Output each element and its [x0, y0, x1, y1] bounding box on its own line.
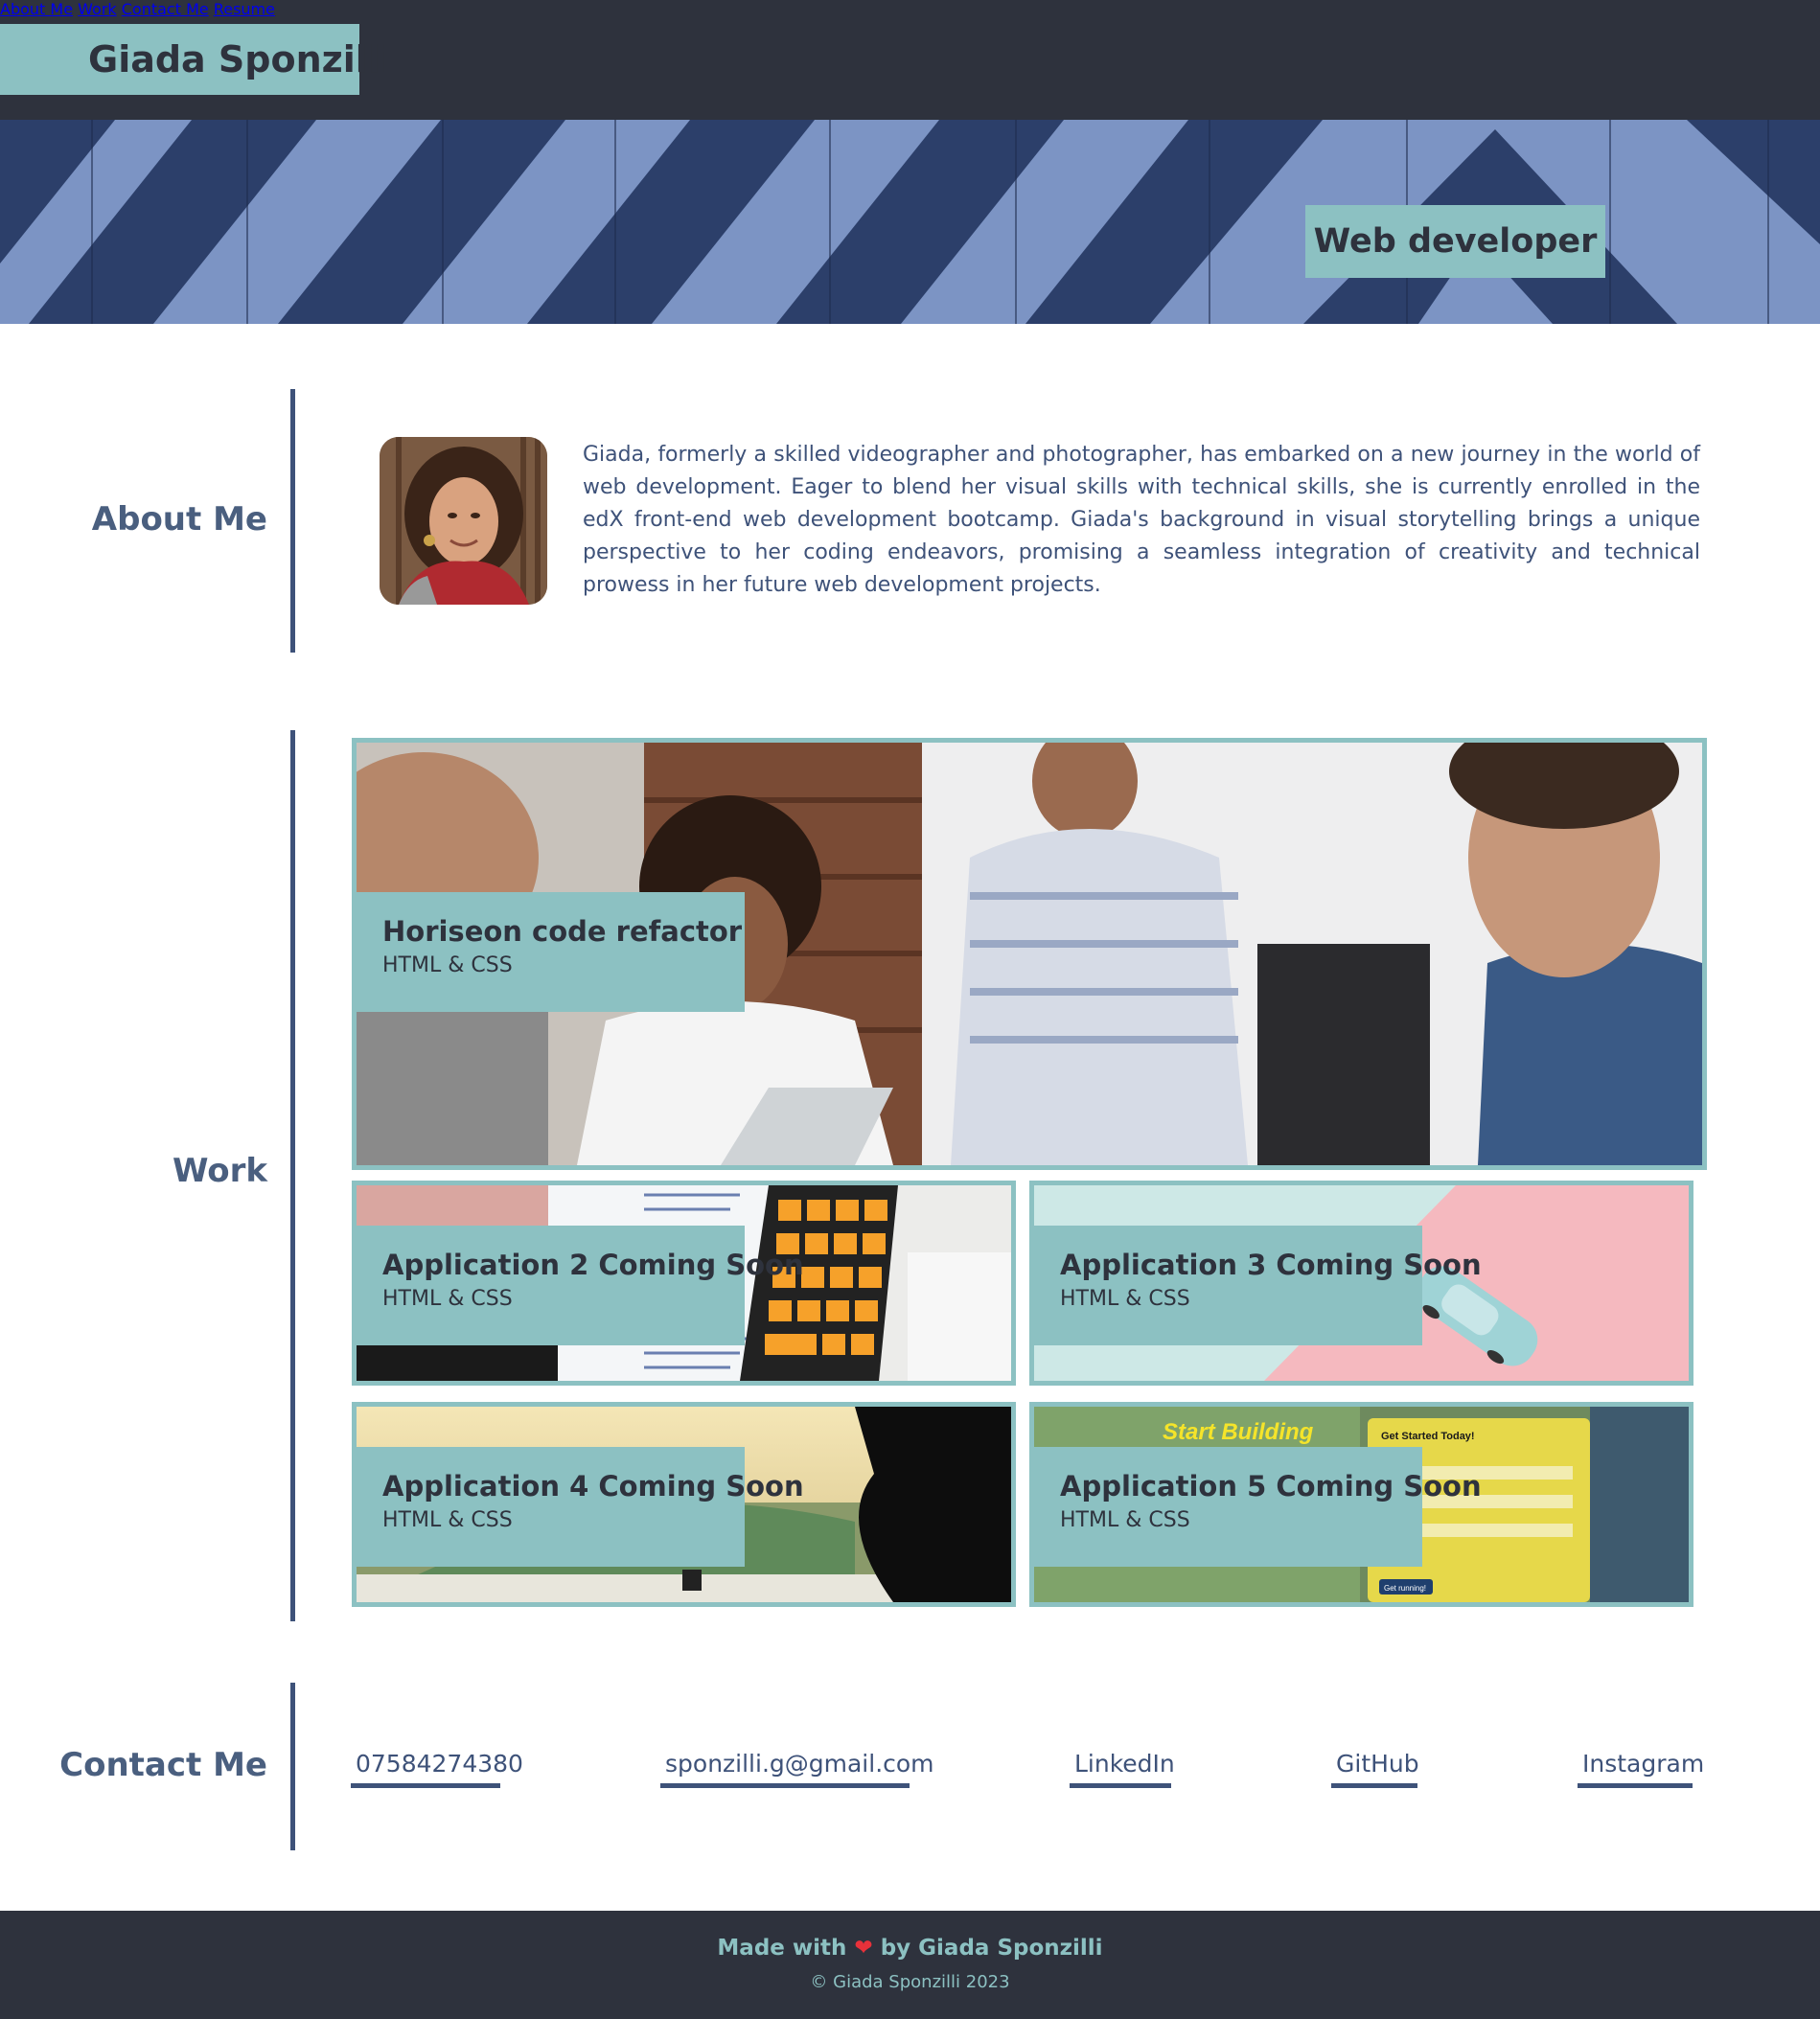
- project-5-title: Application 5 Coming Soon: [1060, 1470, 1482, 1503]
- brand-name[interactable]: Giada Sponzilli: [0, 24, 393, 95]
- site-header: Giada Sponzilli About Me Work Contact Me…: [0, 0, 1820, 120]
- project-card-5[interactable]: Start Building Get Started Today! Get ru…: [1029, 1402, 1693, 1607]
- nav-contact-me[interactable]: Contact Me: [122, 0, 209, 18]
- project-4-label: Application 4 Coming Soon HTML & CSS: [357, 1447, 804, 1567]
- about-paragraph: Giada, formerly a skilled videographer a…: [583, 443, 1700, 597]
- project-1-tech: HTML & CSS: [382, 953, 513, 977]
- footer-made-prefix: Made with: [717, 1936, 847, 1961]
- project-1-title: Horiseon code refactor: [382, 915, 743, 948]
- contact-email-link[interactable]: sponzilli.g@gmail.com: [660, 1750, 934, 1788]
- project-card-2[interactable]: Application 2 Coming Soon HTML & CSS: [352, 1181, 1016, 1386]
- contact-section-title: Contact Me: [59, 1746, 267, 1784]
- about-divider: [290, 389, 295, 653]
- contact-divider: [290, 1683, 295, 1850]
- project-3-tech: HTML & CSS: [1060, 1287, 1190, 1311]
- start-building-text: Start Building: [1163, 1419, 1314, 1445]
- hero-title-badge: Web developer: [1305, 205, 1605, 278]
- contact-phone-link[interactable]: 07584274380: [351, 1750, 523, 1788]
- project-card-4[interactable]: Application 4 Coming Soon HTML & CSS: [352, 1402, 1016, 1607]
- work-divider: [290, 730, 295, 1621]
- main-nav: About Me Work Contact Me Resume: [0, 0, 1820, 18]
- footer-credit: Made with ❤ by Giada Sponzilli: [0, 1936, 1820, 1961]
- work-section-title: Work: [172, 1152, 267, 1190]
- project-4-tech: HTML & CSS: [382, 1508, 513, 1532]
- project-3-label: Application 3 Coming Soon HTML & CSS: [1034, 1226, 1482, 1345]
- project-4-title: Application 4 Coming Soon: [382, 1470, 804, 1503]
- project-2-tech: HTML & CSS: [382, 1287, 513, 1311]
- get-running-text: Get running!: [1384, 1584, 1426, 1593]
- project-3-title: Application 3 Coming Soon: [1060, 1249, 1482, 1281]
- heart-icon: ❤: [854, 1936, 873, 1961]
- contact-instagram-link[interactable]: Instagram: [1578, 1750, 1704, 1788]
- site-footer: Made with ❤ by Giada Sponzilli © Giada S…: [0, 1911, 1820, 2019]
- nav-resume[interactable]: Resume: [214, 0, 275, 18]
- project-5-tech: HTML & CSS: [1060, 1508, 1190, 1532]
- nav-work[interactable]: Work: [78, 0, 117, 18]
- project-card-3[interactable]: Application 3 Coming Soon HTML & CSS: [1029, 1181, 1693, 1386]
- nav-about-me[interactable]: About Me: [0, 0, 73, 18]
- about-section-title: About Me: [91, 500, 267, 539]
- project-1-label: Horiseon code refactor HTML & CSS: [357, 892, 745, 1012]
- get-started-text: Get Started Today!: [1381, 1431, 1475, 1442]
- project-2-title: Application 2 Coming Soon: [382, 1249, 804, 1281]
- project-5-label: Application 5 Coming Soon HTML & CSS: [1034, 1447, 1482, 1567]
- hero-banner: Web developer: [0, 120, 1820, 324]
- footer-copyright: © Giada Sponzilli 2023: [810, 1972, 1010, 1992]
- project-2-label: Application 2 Coming Soon HTML & CSS: [357, 1226, 804, 1345]
- contact-github-link[interactable]: GitHub: [1331, 1750, 1419, 1788]
- project-card-1[interactable]: Horiseon code refactor HTML & CSS: [352, 738, 1707, 1170]
- profile-photo: [380, 437, 547, 605]
- footer-made-suffix: by Giada Sponzilli: [880, 1936, 1103, 1961]
- contact-linkedin-link[interactable]: LinkedIn: [1070, 1750, 1175, 1788]
